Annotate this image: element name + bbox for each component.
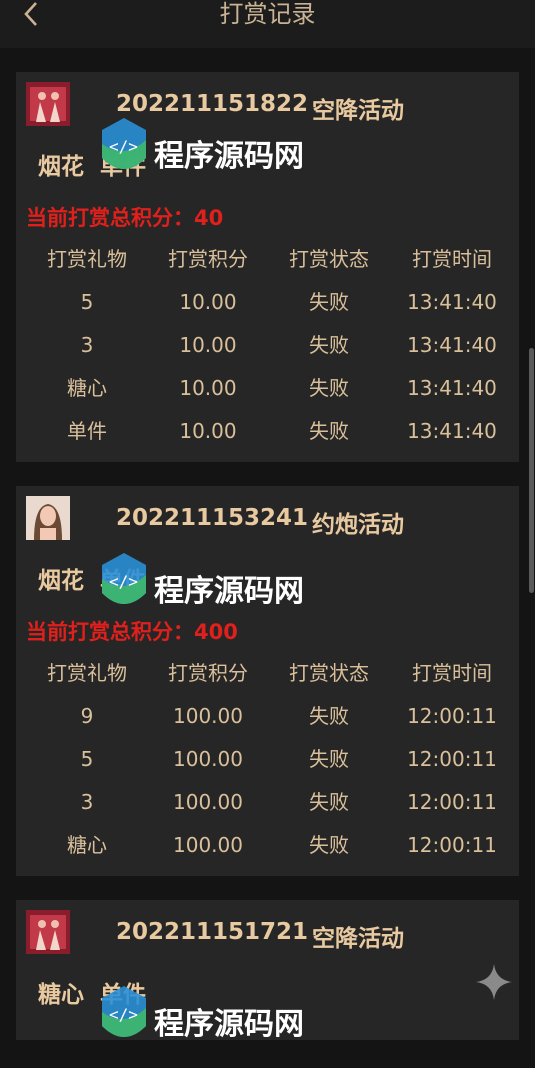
order-number: 202211151721 — [116, 919, 309, 945]
total-points: 当前打赏总积分：40 — [26, 206, 224, 230]
record-header: 202211151721 空降活动 — [26, 910, 506, 954]
cell-points: 100.00 — [173, 747, 243, 771]
cell-points: 10.00 — [179, 376, 237, 400]
cell-time: 13:41:40 — [407, 333, 497, 357]
column-header: 打赏礼物 — [47, 661, 127, 685]
cell-status: 失败 — [309, 833, 349, 857]
cell-status: 失败 — [309, 290, 349, 314]
cell-time: 12:00:11 — [407, 790, 497, 814]
cell-status: 失败 — [309, 704, 349, 728]
cell-time: 12:00:11 — [407, 704, 497, 728]
avatar — [26, 82, 70, 126]
gift-tag: 烟花 — [38, 568, 84, 594]
gift-tags: 烟花 单件 — [38, 561, 162, 595]
cell-gift: 糖心 — [67, 376, 107, 400]
gift-tag: 单件 — [100, 568, 146, 594]
cell-status: 失败 — [309, 419, 349, 443]
cell-time: 12:00:11 — [407, 833, 497, 857]
cell-gift: 单件 — [67, 419, 107, 443]
record-card: 202211151721 空降活动 糖心 单件 — [16, 900, 519, 1040]
avatar — [26, 910, 70, 954]
total-points: 当前打赏总积分：400 — [26, 620, 238, 644]
cell-gift: 5 — [80, 747, 94, 771]
event-name: 空降活动 — [312, 98, 404, 124]
record-list[interactable]: 202211151822 空降活动 烟花 单件 当前打赏总积分：40 打赏礼物 打… — [0, 48, 535, 1040]
table-row: 3 10.00 失败 13:41:40 — [16, 330, 519, 373]
scrollbar[interactable] — [529, 348, 534, 593]
top-bar: 打赏记录 — [0, 0, 535, 48]
table-row: 5 10.00 失败 13:41:40 — [16, 287, 519, 330]
cell-gift: 3 — [80, 790, 94, 814]
cell-points: 100.00 — [173, 790, 243, 814]
cell-gift: 9 — [80, 704, 94, 728]
table-header-row: 打赏礼物 打赏积分 打赏状态 打赏时间 — [16, 658, 519, 701]
gift-tag: 单件 — [100, 982, 146, 1008]
table-row: 9 100.00 失败 12:00:11 — [16, 701, 519, 744]
cell-points: 10.00 — [179, 419, 237, 443]
cell-points: 10.00 — [179, 290, 237, 314]
cell-points: 100.00 — [173, 704, 243, 728]
cell-gift: 5 — [80, 290, 94, 314]
gift-tag: 烟花 — [38, 154, 84, 180]
cell-points: 10.00 — [179, 333, 237, 357]
record-header: 202211151822 空降活动 — [26, 82, 506, 126]
cell-status: 失败 — [309, 376, 349, 400]
column-header: 打赏时间 — [412, 661, 492, 685]
cell-points: 100.00 — [173, 833, 243, 857]
column-header: 打赏积分 — [168, 661, 248, 685]
cell-time: 13:41:40 — [407, 376, 497, 400]
reward-table: 打赏礼物 打赏积分 打赏状态 打赏时间 9 100.00 失败 12:00:11… — [16, 658, 519, 873]
column-header: 打赏状态 — [289, 661, 369, 685]
cell-gift: 糖心 — [67, 833, 107, 857]
cell-status: 失败 — [309, 747, 349, 771]
record-card: 202211153241 约炮活动 烟花 单件 当前打赏总积分：400 打赏礼物 … — [16, 486, 519, 876]
cell-status: 失败 — [309, 333, 349, 357]
column-header: 打赏礼物 — [47, 247, 127, 271]
cell-gift: 3 — [80, 333, 94, 357]
table-header-row: 打赏礼物 打赏积分 打赏状态 打赏时间 — [16, 244, 519, 287]
gift-tag: 单件 — [100, 154, 146, 180]
table-row: 糖心 100.00 失败 12:00:11 — [16, 830, 519, 873]
table-row: 糖心 10.00 失败 13:41:40 — [16, 373, 519, 416]
cell-time: 12:00:11 — [407, 747, 497, 771]
order-number: 202211151822 — [116, 91, 309, 117]
page-title: 打赏记录 — [219, 0, 316, 28]
cell-time: 13:41:40 — [407, 419, 497, 443]
cell-status: 失败 — [309, 790, 349, 814]
table-row: 5 100.00 失败 12:00:11 — [16, 744, 519, 787]
column-header: 打赏状态 — [289, 247, 369, 271]
table-row: 3 100.00 失败 12:00:11 — [16, 787, 519, 830]
gift-tags: 烟花 单件 — [38, 147, 162, 181]
order-number: 202211153241 — [116, 505, 309, 531]
record-header: 202211153241 约炮活动 — [26, 496, 506, 540]
avatar — [26, 496, 70, 540]
table-row: 单件 10.00 失败 13:41:40 — [16, 416, 519, 459]
event-name: 空降活动 — [312, 926, 404, 952]
reward-table: 打赏礼物 打赏积分 打赏状态 打赏时间 5 10.00 失败 13:41:40 … — [16, 244, 519, 459]
gift-tags: 糖心 单件 — [38, 975, 162, 1009]
gift-tag: 糖心 — [38, 982, 84, 1008]
record-card: 202211151822 空降活动 烟花 单件 当前打赏总积分：40 打赏礼物 打… — [16, 72, 519, 462]
event-name: 约炮活动 — [312, 512, 404, 538]
sparkle-icon — [476, 964, 512, 1000]
cell-time: 13:41:40 — [407, 290, 497, 314]
column-header: 打赏时间 — [412, 247, 492, 271]
column-header: 打赏积分 — [168, 247, 248, 271]
